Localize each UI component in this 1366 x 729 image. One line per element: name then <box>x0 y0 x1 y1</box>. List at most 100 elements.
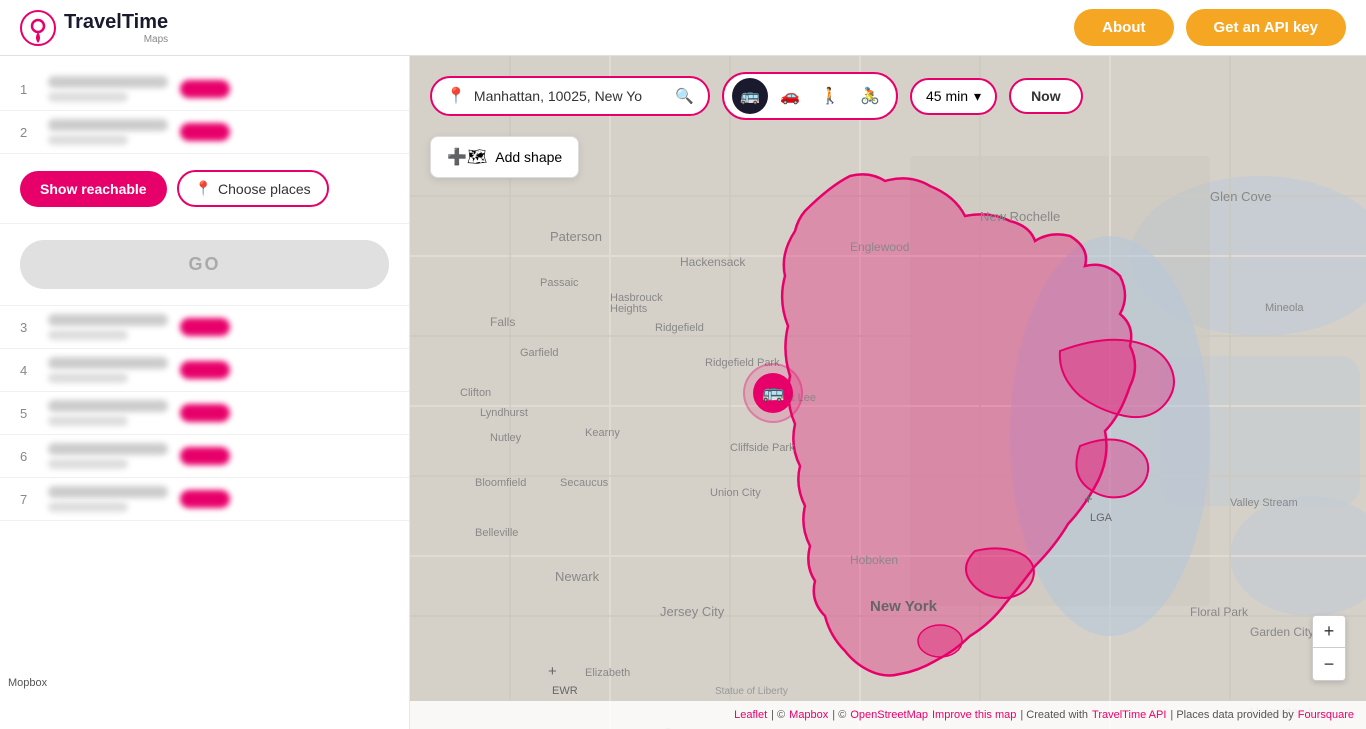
about-button[interactable]: About <box>1074 9 1173 46</box>
svg-text:Ridgefield: Ridgefield <box>655 322 704 334</box>
add-shape-button[interactable]: ➕🗺 Add shape <box>430 136 579 178</box>
go-section: GO <box>0 224 409 306</box>
item-sub-blurred <box>48 373 128 383</box>
pin-icon: 📍 <box>195 180 212 197</box>
now-button[interactable]: Now <box>1009 78 1083 114</box>
item-badge-blurred <box>180 447 230 465</box>
svg-text:Kearny: Kearny <box>585 427 620 439</box>
item-number: 2 <box>20 125 36 140</box>
item-name-blurred <box>48 443 168 455</box>
svg-text:New York: New York <box>870 598 938 615</box>
show-reachable-section: Show reachable 📍 Choose places <box>0 154 409 224</box>
logo-brand: TravelTime <box>64 11 168 33</box>
item-number: 4 <box>20 363 36 378</box>
item-badge-blurred <box>180 318 230 336</box>
item-name-blurred <box>48 486 168 498</box>
item-name-blurred <box>48 76 168 88</box>
svg-text:Garfield: Garfield <box>520 347 559 359</box>
svg-text:Englewood: Englewood <box>850 240 909 254</box>
show-reachable-button[interactable]: Show reachable <box>20 171 167 207</box>
svg-text:Garden City: Garden City <box>1250 625 1314 639</box>
item-sub-blurred <box>48 459 128 469</box>
drive-mode-button[interactable]: 🚗 <box>772 78 808 114</box>
list-item: 2 <box>0 111 409 154</box>
map-center-marker: 🚌 <box>743 363 803 423</box>
attribution-sep-2: | © <box>832 709 846 721</box>
svg-text:LGA: LGA <box>1090 512 1113 524</box>
go-button[interactable]: GO <box>20 240 389 289</box>
transit-mode-button[interactable]: 🚌 <box>732 78 768 114</box>
item-content <box>48 76 168 102</box>
svg-text:Union City: Union City <box>710 487 761 499</box>
get-api-key-button[interactable]: Get an API key <box>1186 9 1347 46</box>
cycle-mode-button[interactable]: 🚴 <box>852 78 888 114</box>
foursquare-link[interactable]: Foursquare <box>1298 709 1354 721</box>
time-selector[interactable]: 45 min 15 min 30 min 45 min 60 min 90 mi… <box>910 78 997 115</box>
mopbox-label: Mopbox <box>8 677 47 689</box>
item-number: 1 <box>20 82 36 97</box>
svg-text:Statue of Liberty: Statue of Liberty <box>715 686 788 697</box>
svg-text:Jersey City: Jersey City <box>660 604 725 619</box>
svg-text:+: + <box>1084 491 1093 508</box>
item-content <box>48 400 168 426</box>
logo: TravelTime Maps <box>20 10 168 46</box>
traveltime-api-link[interactable]: TravelTime API <box>1092 709 1166 721</box>
svg-text:Secaucus: Secaucus <box>560 477 609 489</box>
svg-text:EWR: EWR <box>552 685 578 697</box>
item-name-blurred <box>48 314 168 326</box>
logo-text-area: TravelTime Maps <box>64 11 168 45</box>
app-header: TravelTime Maps About Get an API key <box>0 0 1366 56</box>
item-content <box>48 443 168 469</box>
item-number: 6 <box>20 449 36 464</box>
svg-text:Mineola: Mineola <box>1265 302 1304 314</box>
leaflet-link[interactable]: Leaflet <box>734 709 767 721</box>
svg-text:New Rochelle: New Rochelle <box>980 209 1060 224</box>
logo-sub: Maps <box>64 34 168 45</box>
svg-text:Glen Cove: Glen Cove <box>1210 189 1271 204</box>
item-content <box>48 357 168 383</box>
zoom-out-button[interactable]: − <box>1313 648 1345 680</box>
item-name-blurred <box>48 400 168 412</box>
attribution-sep-3: | Created with <box>1020 709 1088 721</box>
sidebar: 1 2 Show reachable 📍 Choose places <box>0 56 410 729</box>
attribution-sep-1: | © <box>771 709 785 721</box>
item-content <box>48 119 168 145</box>
zoom-controls: + − <box>1312 615 1346 681</box>
location-search-bar[interactable]: 📍 Manhattan, 10025, New Yo 🔍 <box>430 76 710 116</box>
svg-text:Clifton: Clifton <box>460 387 491 399</box>
svg-text:Elizabeth: Elizabeth <box>585 667 630 679</box>
walk-mode-button[interactable]: 🚶 <box>812 78 848 114</box>
osm-link[interactable]: OpenStreetMap <box>850 709 928 721</box>
svg-text:Heights: Heights <box>610 303 648 315</box>
list-item: 5 <box>0 392 409 435</box>
item-sub-blurred <box>48 416 128 426</box>
svg-text:Hackensack: Hackensack <box>680 255 746 269</box>
list-item: 3 <box>0 306 409 349</box>
map-toolbar: 📍 Manhattan, 10025, New Yo 🔍 🚌 🚗 🚶 🚴 45 … <box>430 72 1346 120</box>
svg-text:Newark: Newark <box>555 569 600 584</box>
item-badge-blurred <box>180 80 230 98</box>
logo-icon <box>20 10 56 46</box>
mapbox-link[interactable]: Mapbox <box>789 709 828 721</box>
mopbox-watermark: Mopbox <box>0 673 55 693</box>
marker-outer-ring: 🚌 <box>743 363 803 423</box>
item-badge-blurred <box>180 123 230 141</box>
search-icon[interactable]: 🔍 <box>675 87 694 105</box>
add-shape-label: Add shape <box>495 149 562 165</box>
item-number: 7 <box>20 492 36 507</box>
choose-places-button[interactable]: 📍 Choose places <box>177 170 329 207</box>
svg-text:Belleville: Belleville <box>475 527 518 539</box>
header-buttons: About Get an API key <box>1074 9 1346 46</box>
svg-text:Cliffside Park: Cliffside Park <box>730 442 795 454</box>
svg-text:Passaic: Passaic <box>540 277 579 289</box>
improve-map-link[interactable]: Improve this map <box>932 709 1016 721</box>
zoom-in-button[interactable]: + <box>1313 616 1345 648</box>
map-container[interactable]: Paterson Falls Clifton Bloomfield Bellev… <box>410 56 1366 729</box>
item-badge-blurred <box>180 361 230 379</box>
item-badge-blurred <box>180 490 230 508</box>
attribution-sep-4: | Places data provided by <box>1170 709 1293 721</box>
svg-text:Bloomfield: Bloomfield <box>475 477 526 489</box>
list-item: 4 <box>0 349 409 392</box>
choose-places-label: Choose places <box>218 181 311 197</box>
svg-text:Hoboken: Hoboken <box>850 553 898 567</box>
